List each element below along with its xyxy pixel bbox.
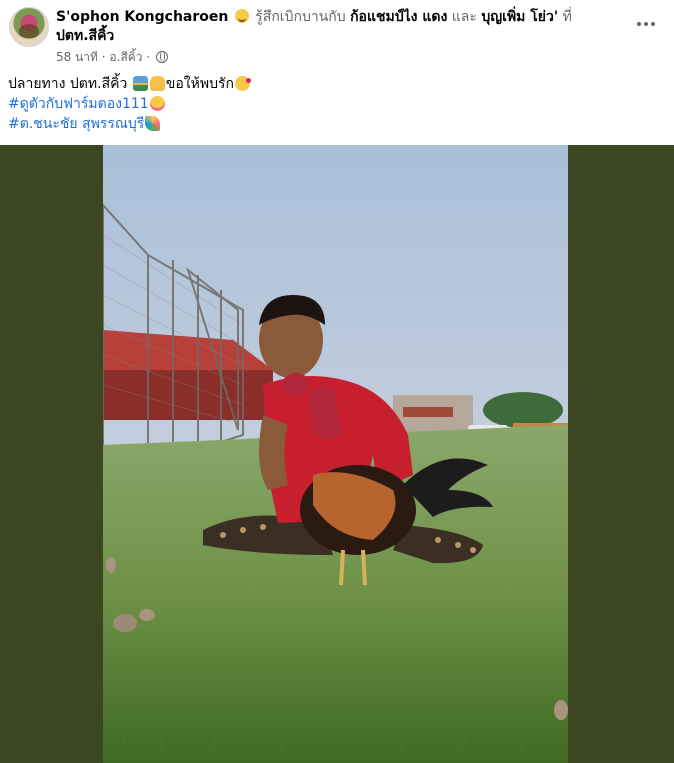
tagged-user-1[interactable]: ก้อแชมป์ไง แดง (350, 9, 447, 25)
sunrise-emoji-icon (132, 76, 148, 91)
text-line1-tail: ขอให้พบรัก (165, 76, 234, 92)
kiss-emoji-icon (234, 76, 251, 91)
feeling-text: รู้สึกเบิกบานกับ (255, 9, 346, 25)
post-meta: 58 นาที · อ.สีคิ้ว · (56, 49, 169, 65)
post-header: S'ophon Kongcharoen รู้สึกเบิกบานกับ ก้อ… (56, 8, 616, 26)
hashtag-place[interactable]: #ต.ชนะชัย สุพรรณบุรี (8, 116, 144, 132)
photo-illustration (103, 145, 568, 763)
text-line-1: ปลายทาง ปตท.สีคิ้ว ขอให้พบรัก (8, 74, 648, 94)
author-name[interactable]: S'ophon Kongcharoen (56, 9, 228, 25)
location-link[interactable]: ปตท.สีคิ้ว (56, 27, 114, 45)
post-card: S'ophon Kongcharoen รู้สึกเบิกบานกับ ก้อ… (0, 0, 674, 763)
meta-separator-2: · (146, 50, 151, 64)
post-place[interactable]: อ.สีคิ้ว (109, 50, 142, 64)
conjunction-text: และ (451, 9, 477, 25)
post-time[interactable]: 58 นาที (56, 50, 98, 64)
globe-icon[interactable] (156, 51, 169, 63)
more-options-button[interactable] (634, 14, 658, 34)
post-text: ปลายทาง ปตท.สีคิ้ว ขอให้พบรัก #ดูตัวกับฟ… (8, 74, 648, 134)
text-line-3: #ต.ชนะชัย สุพรรณบุรี (8, 114, 648, 134)
more-dot (644, 22, 648, 26)
post-photo[interactable] (103, 145, 568, 763)
hashtag-farm[interactable]: #ดูตัวกับฟาร์มตอง111 (8, 96, 149, 112)
at-text: ที่ (562, 9, 572, 25)
smiling-hearts-emoji-icon (149, 96, 165, 111)
text-line1: ปลายทาง ปตท.สีคิ้ว (8, 76, 128, 92)
meta-separator: · (101, 50, 106, 64)
party-popper-emoji-icon (145, 116, 161, 131)
more-dot (651, 22, 655, 26)
text-line-2: #ดูตัวกับฟาร์มตอง111 (8, 94, 648, 114)
relieved-face-emoji-icon (234, 9, 249, 23)
pray-emoji-icon (149, 76, 165, 91)
more-options-icon (637, 22, 641, 26)
post-media[interactable] (0, 145, 674, 763)
tagged-user-2[interactable]: บุญเพิ่ม โย่ว' (481, 9, 558, 25)
profile-avatar[interactable] (10, 8, 48, 46)
